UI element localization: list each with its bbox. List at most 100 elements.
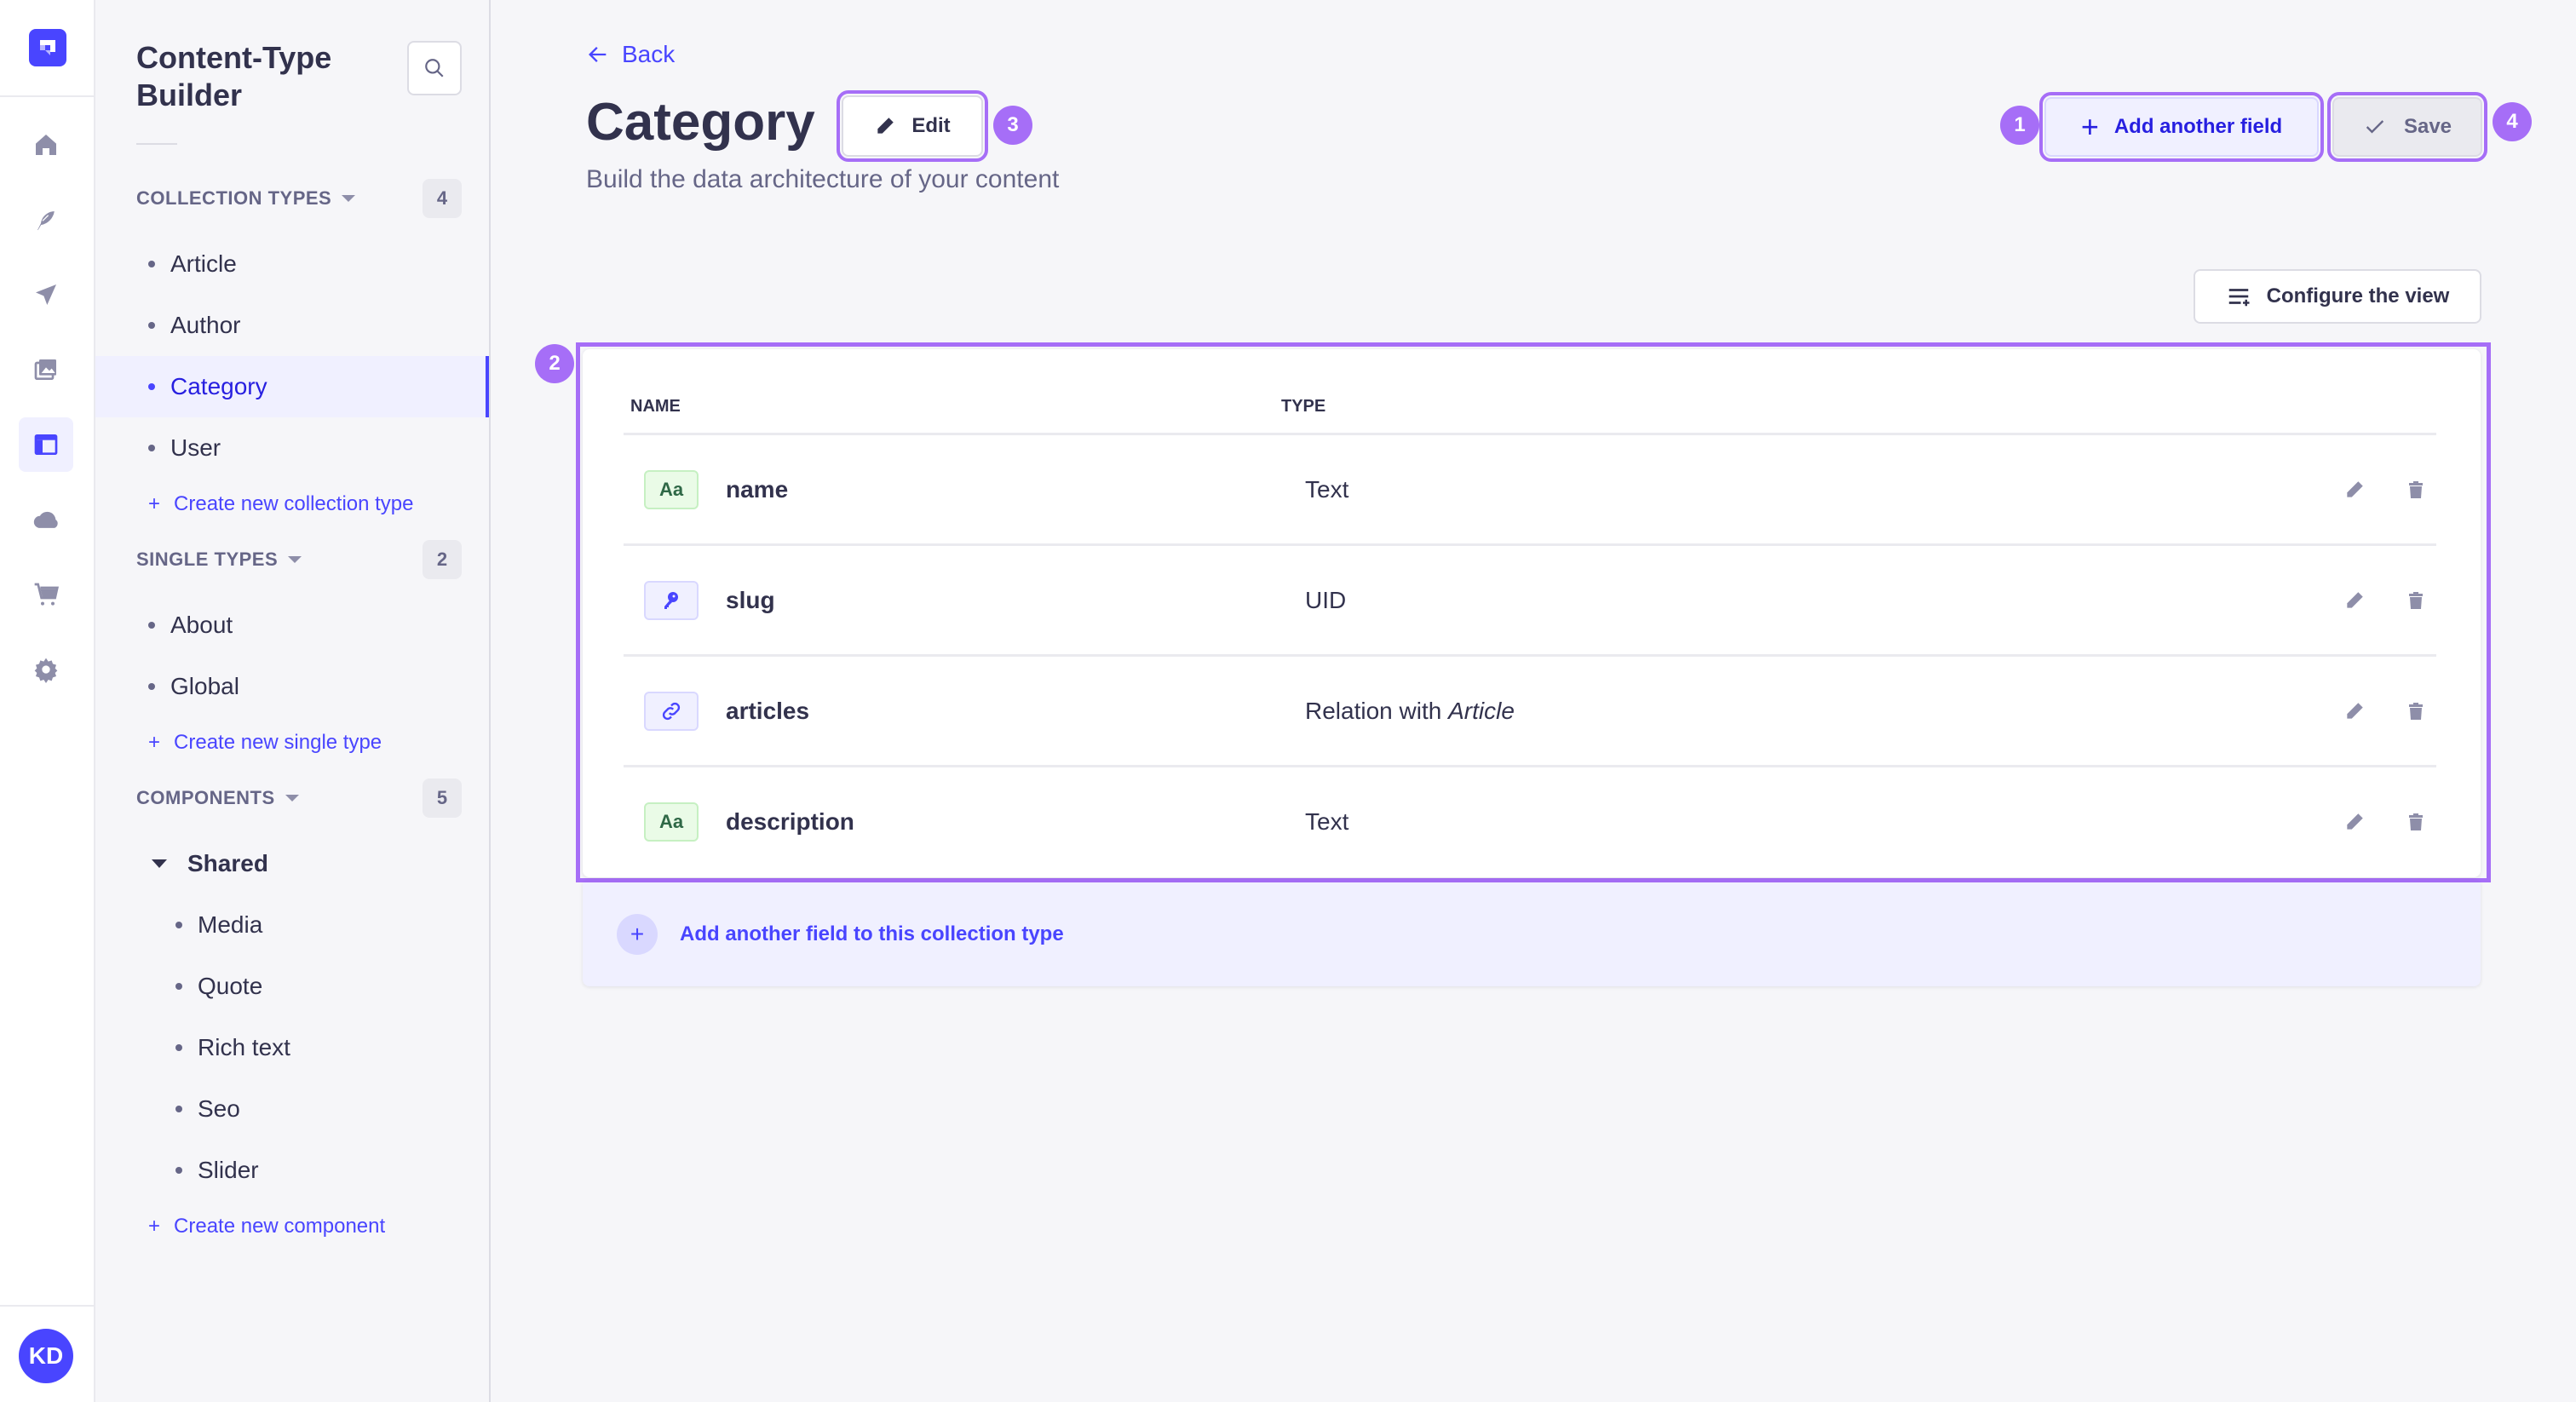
list-settings-icon (2228, 289, 2250, 307)
create-collection-type-link[interactable]: + Create new collection type (148, 492, 414, 516)
table-row[interactable]: Aa description Text (624, 765, 2436, 876)
app-root: KD Content-Type Builder COLLECTION TYPES… (0, 0, 2576, 1402)
cloud-icon[interactable] (19, 492, 73, 547)
content-type-builder-sidebar: Content-Type Builder COLLECTION TYPES 4 … (95, 0, 491, 1402)
home-icon[interactable] (19, 118, 73, 172)
item-label: Seo (198, 1095, 240, 1122)
add-another-field-button[interactable]: + Add another field (2039, 92, 2324, 162)
components-count: 5 (423, 779, 462, 818)
bullet-icon (148, 445, 155, 451)
pencil-icon[interactable] (2337, 805, 2372, 839)
section-collection-types[interactable]: COLLECTION TYPES (136, 187, 356, 210)
add-row-label: Add another field to this collection typ… (680, 922, 1064, 945)
table-row[interactable]: articles Relation with Article (624, 654, 2436, 765)
user-avatar[interactable]: KD (19, 1329, 73, 1383)
back-label: Back (622, 41, 676, 67)
media-library-icon[interactable] (19, 342, 73, 397)
add-field-label: Add another field (2113, 115, 2283, 138)
caret-down-icon (285, 795, 299, 802)
rail-divider (0, 95, 94, 97)
column-header-type: TYPE (1281, 397, 1326, 416)
item-label: Media (198, 911, 263, 938)
annotation-marker-4: 4 (2493, 102, 2532, 141)
item-label: Slider (198, 1157, 259, 1183)
sidebar-item-quote[interactable]: Quote (95, 956, 489, 1017)
pencil-icon[interactable] (2337, 473, 2372, 507)
sidebar-item-category[interactable]: Category (95, 356, 489, 417)
title-divider (136, 143, 177, 145)
field-type: UID (1305, 586, 1347, 613)
content-type-builder-icon[interactable] (19, 417, 73, 472)
configure-view-button[interactable]: Configure the view (2194, 269, 2481, 324)
main-content: Back Category Edit 3 Build the data arch… (491, 0, 2576, 1402)
plus-icon: + (617, 914, 658, 955)
relation-target: Article (1448, 697, 1515, 724)
sidebar-item-media[interactable]: Media (95, 894, 489, 956)
bullet-icon (148, 622, 155, 629)
arrow-left-icon (589, 47, 607, 62)
sidebar-item-author[interactable]: Author (95, 295, 489, 356)
component-group-shared[interactable]: Shared (95, 833, 489, 894)
pencil-icon[interactable] (2337, 583, 2372, 618)
text-icon: Aa (644, 802, 699, 842)
item-label: Rich text (198, 1034, 290, 1060)
fields-table: NAME TYPE Aa name Text slug UID articles (583, 349, 2481, 877)
sidebar-item-seo[interactable]: Seo (95, 1078, 489, 1140)
bullet-icon (175, 1167, 182, 1174)
section-label: COLLECTION TYPES (136, 187, 332, 209)
sidebar-title: Content-Type Builder (136, 40, 332, 112)
bullet-icon (148, 683, 155, 690)
table-row[interactable]: Aa name Text (624, 433, 2436, 543)
annotation-marker-3: 3 (993, 106, 1032, 145)
feather-icon[interactable] (19, 192, 73, 247)
paper-plane-icon[interactable] (19, 267, 73, 322)
section-label: COMPONENTS (136, 787, 275, 808)
sidebar-item-user[interactable]: User (95, 417, 489, 479)
sidebar-item-rich-text[interactable]: Rich text (95, 1017, 489, 1078)
main-nav-rail: KD (0, 0, 95, 1402)
section-single-types[interactable]: SINGLE TYPES (136, 549, 302, 571)
single-types-count: 2 (423, 540, 462, 579)
bullet-icon (148, 383, 155, 390)
sidebar-item-slider[interactable]: Slider (95, 1140, 489, 1201)
link-label: Create new component (174, 1215, 386, 1238)
item-label: Article (170, 250, 237, 277)
create-single-type-link[interactable]: + Create new single type (148, 731, 382, 755)
field-name: slug (726, 586, 775, 613)
section-components[interactable]: COMPONENTS (136, 787, 299, 809)
sidebar-item-about[interactable]: About (95, 595, 489, 656)
annotation-marker-2: 2 (535, 344, 574, 383)
pencil-icon[interactable] (2337, 694, 2372, 728)
field-name: articles (726, 697, 810, 724)
save-button[interactable]: Save (2327, 92, 2487, 162)
plus-icon: + (148, 731, 161, 754)
table-row[interactable]: slug UID (624, 543, 2436, 654)
collection-types-count: 4 (423, 179, 462, 218)
bullet-icon (148, 322, 155, 329)
cart-icon[interactable] (19, 567, 73, 622)
trash-icon[interactable] (2399, 694, 2433, 728)
sidebar-item-article[interactable]: Article (95, 233, 489, 295)
create-component-link[interactable]: + Create new component (148, 1215, 385, 1238)
back-link[interactable]: Back (586, 41, 675, 68)
plus-icon: + (148, 492, 161, 515)
add-field-to-collection-button[interactable]: + Add another field to this collection t… (583, 882, 2481, 986)
field-name: description (726, 807, 854, 835)
field-type: Text (1305, 807, 1349, 835)
rail-divider (0, 1305, 94, 1307)
trash-icon[interactable] (2399, 473, 2433, 507)
page-subtitle: Build the data architecture of your cont… (586, 165, 1060, 193)
field-type: Relation with Article (1305, 698, 1515, 725)
strapi-logo-icon[interactable] (29, 29, 66, 66)
page-title: Category (586, 93, 815, 152)
bullet-icon (148, 261, 155, 267)
configure-label: Configure the view (2266, 284, 2450, 307)
group-label: Shared (187, 850, 268, 876)
sidebar-item-global[interactable]: Global (95, 656, 489, 717)
search-button[interactable] (407, 41, 462, 95)
edit-button[interactable]: Edit (837, 90, 988, 162)
gear-icon[interactable] (19, 642, 73, 697)
trash-icon[interactable] (2399, 805, 2433, 839)
trash-icon[interactable] (2399, 583, 2433, 618)
check-icon (2366, 120, 2384, 134)
